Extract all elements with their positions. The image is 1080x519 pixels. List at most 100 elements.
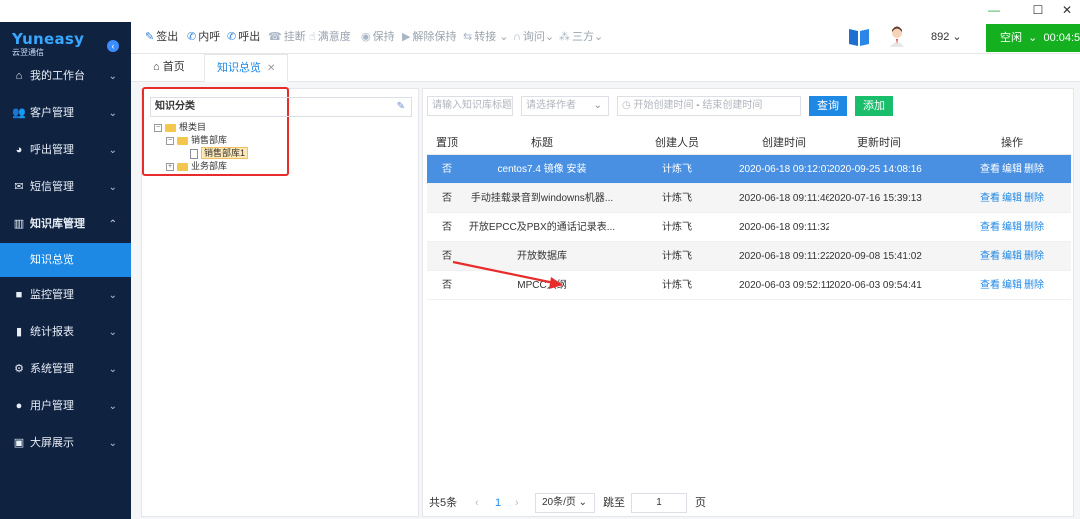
folder-icon (165, 123, 176, 132)
annotation-arrow (452, 260, 563, 289)
chevron-down-icon: ⌄ (108, 438, 117, 449)
unhold-button[interactable]: ▶ 解除保持 (402, 22, 456, 54)
title-search-input[interactable]: 请输入知识库标题 (427, 96, 513, 116)
transfer-button[interactable]: ⇆ 转接 ⌄ (463, 22, 509, 54)
delete-link[interactable]: 删除 (1024, 164, 1044, 175)
sidebar-item-customers[interactable]: 👥 客户管理 ⌄ (0, 95, 131, 132)
author-select[interactable]: 请选择作者 ⌄ (521, 96, 609, 116)
close-tab-icon[interactable]: ✕ (267, 63, 275, 74)
sidebar-item-bigscreen[interactable]: ▣ 大屏展示 ⌄ (0, 425, 131, 462)
phone-out-icon: ✆ (227, 31, 237, 43)
jump-page-input[interactable]: 1 (631, 493, 687, 513)
edit-link[interactable]: 编辑 (1002, 251, 1022, 262)
pause-icon: ◉ (361, 31, 371, 43)
expand-toggle-icon[interactable]: + (166, 162, 174, 171)
three-way-button[interactable]: ⁂ 三方⌄ (559, 22, 603, 54)
clock-icon: ◷ (622, 100, 631, 111)
thumbs-up-icon: ☝ (309, 31, 316, 43)
add-button[interactable]: 添加 (855, 96, 893, 116)
tree-node-sales[interactable]: − 销售部库 (154, 134, 248, 147)
sidebar-item-system[interactable]: ⚙ 系统管理 ⌄ (0, 351, 131, 388)
agent-avatar-icon[interactable] (889, 26, 905, 48)
hold-button[interactable]: ◉ 保持 (361, 22, 395, 54)
edit-link[interactable]: 编辑 (1002, 280, 1022, 291)
view-link[interactable]: 查看 (980, 251, 1000, 262)
column-header-author: 创建人员 (655, 137, 699, 149)
query-button[interactable]: 查询 (809, 96, 847, 116)
view-link[interactable]: 查看 (980, 280, 1000, 291)
agent-status-dropdown[interactable]: 空闲 ⌄ 00:04:54 (986, 24, 1080, 52)
sidebar-item-outbound[interactable]: ◕ 呼出管理 ⌄ (0, 132, 131, 169)
edit-link[interactable]: 编辑 (1002, 222, 1022, 233)
sidebar-item-monitor[interactable]: ■ 监控管理 ⌄ (0, 277, 131, 314)
collapse-toggle-icon[interactable]: − (166, 136, 174, 145)
sidebar-item-knowledge[interactable]: ▥ 知识库管理 ⌃ (0, 206, 131, 243)
tab-knowledge-overview[interactable]: 知识总览 ✕ (204, 54, 289, 82)
close-window-button[interactable]: ✕ (1054, 0, 1080, 22)
tree-node-root[interactable]: − 根类目 (154, 121, 248, 134)
edit-link[interactable]: 编辑 (1002, 193, 1022, 204)
logo-name: Yuneasy (12, 30, 85, 48)
chevron-down-icon: ⌄ (108, 290, 117, 301)
chevron-down-icon: ⌄ (108, 182, 117, 193)
signout-button[interactable]: ✎ 签出 (145, 22, 178, 54)
outbound-call-button[interactable]: ✆ 呼出 (227, 22, 260, 54)
delete-link[interactable]: 删除 (1024, 222, 1044, 233)
sidebar-subitem-knowledge-overview[interactable]: 知识总览 (0, 243, 131, 277)
category-tree-panel: 知识分类 ✎ − 根类目 − 销售部库 销售部库1 + 业务部库 (141, 87, 419, 517)
sidebar-item-users[interactable]: ● 用户管理 ⌄ (0, 388, 131, 425)
sidebar-collapse-button[interactable]: ‹ (107, 40, 119, 52)
view-link[interactable]: 查看 (980, 222, 1000, 233)
sidebar-item-label: 监控管理 (30, 289, 74, 301)
folder-icon (177, 162, 188, 171)
table-row[interactable]: 否 centos7.4 镜像 安装 计炼飞 2020-06-18 09:12:0… (427, 155, 1071, 184)
sidebar-item-sms[interactable]: ✉ 短信管理 ⌄ (0, 169, 131, 206)
hangup-button[interactable]: ☎ 挂断 (268, 22, 306, 54)
collapse-toggle-icon[interactable]: − (154, 123, 162, 132)
logo-subtitle: 云翌通信 (12, 48, 44, 57)
date-range-input[interactable]: ◷ 开始创建时间 - 结束创建时间 (617, 96, 801, 116)
window-titlebar: — ☐ ✕ (0, 0, 1080, 22)
sidebar-menu: ⌂ 我的工作台 ⌄ 👥 客户管理 ⌄ ◕ 呼出管理 ⌄ ✉ 短信管理 ⌄ ▥ 知… (0, 58, 131, 462)
books-icon: ▥ (13, 218, 25, 230)
prev-page-icon[interactable]: ‹ (475, 493, 479, 513)
headset-icon: ∩ (513, 31, 521, 43)
edit-link[interactable]: 编辑 (1002, 164, 1022, 175)
chevron-down-icon: ⌄ (108, 327, 117, 338)
view-link[interactable]: 查看 (980, 193, 1000, 204)
table-row[interactable]: 否 开放EPCC及PBX的通话记录表... 计炼飞 2020-06-18 09:… (427, 213, 1071, 242)
sidebar-item-label: 短信管理 (30, 181, 74, 193)
table-header: 置顶 标题 创建人员 创建时间 更新时间 操作 (427, 131, 1071, 155)
camera-icon: ■ (15, 289, 23, 301)
page-number[interactable]: 1 (495, 493, 501, 513)
delete-link[interactable]: 删除 (1024, 280, 1044, 291)
pagination-total: 共5条 (429, 497, 458, 509)
consult-button[interactable]: ∩ 询问⌄ (513, 22, 554, 54)
bar-chart-icon: ▮ (15, 326, 23, 338)
chevron-down-icon: ⌄ (108, 108, 117, 119)
sidebar-item-workbench[interactable]: ⌂ 我的工作台 ⌄ (0, 58, 131, 95)
internal-call-button[interactable]: ✆ 内呼 (187, 22, 220, 54)
view-link[interactable]: 查看 (980, 164, 1000, 175)
column-header-title: 标题 (531, 137, 553, 149)
category-tree-header: 知识分类 ✎ (150, 97, 412, 117)
hangup-icon: ☎ (268, 31, 282, 43)
tree-node-business[interactable]: + 业务部库 (154, 160, 248, 173)
table-row[interactable]: 否 手动挂载录音到windowns机器... 计炼飞 2020-06-18 09… (427, 184, 1071, 213)
minimize-button[interactable]: — (972, 0, 1016, 22)
page-tabs: ⌂ 首页 知识总览 ✕ (131, 54, 1080, 82)
delete-link[interactable]: 删除 (1024, 193, 1044, 204)
sidebar-item-reports[interactable]: ▮ 统计报表 ⌄ (0, 314, 131, 351)
book-icon[interactable] (847, 26, 871, 48)
chevron-down-icon: ⌄ (108, 71, 117, 82)
chevron-down-icon: ⌄ (108, 401, 117, 412)
delete-link[interactable]: 删除 (1024, 251, 1044, 262)
tab-home[interactable]: ⌂ 首页 (141, 54, 197, 82)
next-page-icon[interactable]: › (515, 493, 519, 513)
extension-selector[interactable]: 892 ⌄ (931, 22, 962, 52)
edit-icon[interactable]: ✎ (397, 98, 405, 116)
sidebar-item-label: 呼出管理 (30, 144, 74, 156)
page-size-select[interactable]: 20条/页 ⌄ (535, 493, 595, 513)
satisfaction-button[interactable]: ☝ 满意度 (309, 22, 351, 54)
tree-node-sales-1[interactable]: 销售部库1 (154, 147, 249, 160)
